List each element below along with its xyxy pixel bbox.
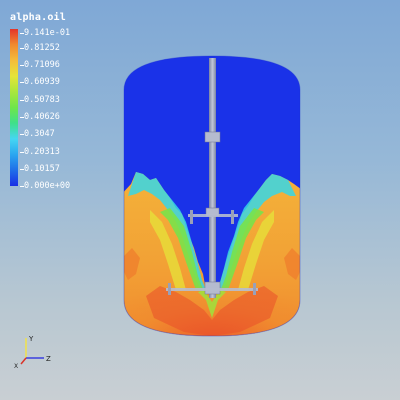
upper-blade-tip-left [190,210,193,224]
x-axis-line [20,357,27,365]
agitator-shaft [209,58,216,298]
upper-blade-tip-right [231,210,234,224]
lower-blade-tip-right [253,283,256,295]
lower-impeller-blade [166,288,258,291]
orientation-axes: Y Z X [14,335,51,370]
upper-impeller-blade [188,214,238,217]
lower-blade-tip-left [168,283,171,295]
x-axis-label: X [14,363,18,370]
z-axis-label: Z [46,355,51,363]
shaft-coupling [204,131,221,143]
y-axis-label: Y [28,335,34,343]
